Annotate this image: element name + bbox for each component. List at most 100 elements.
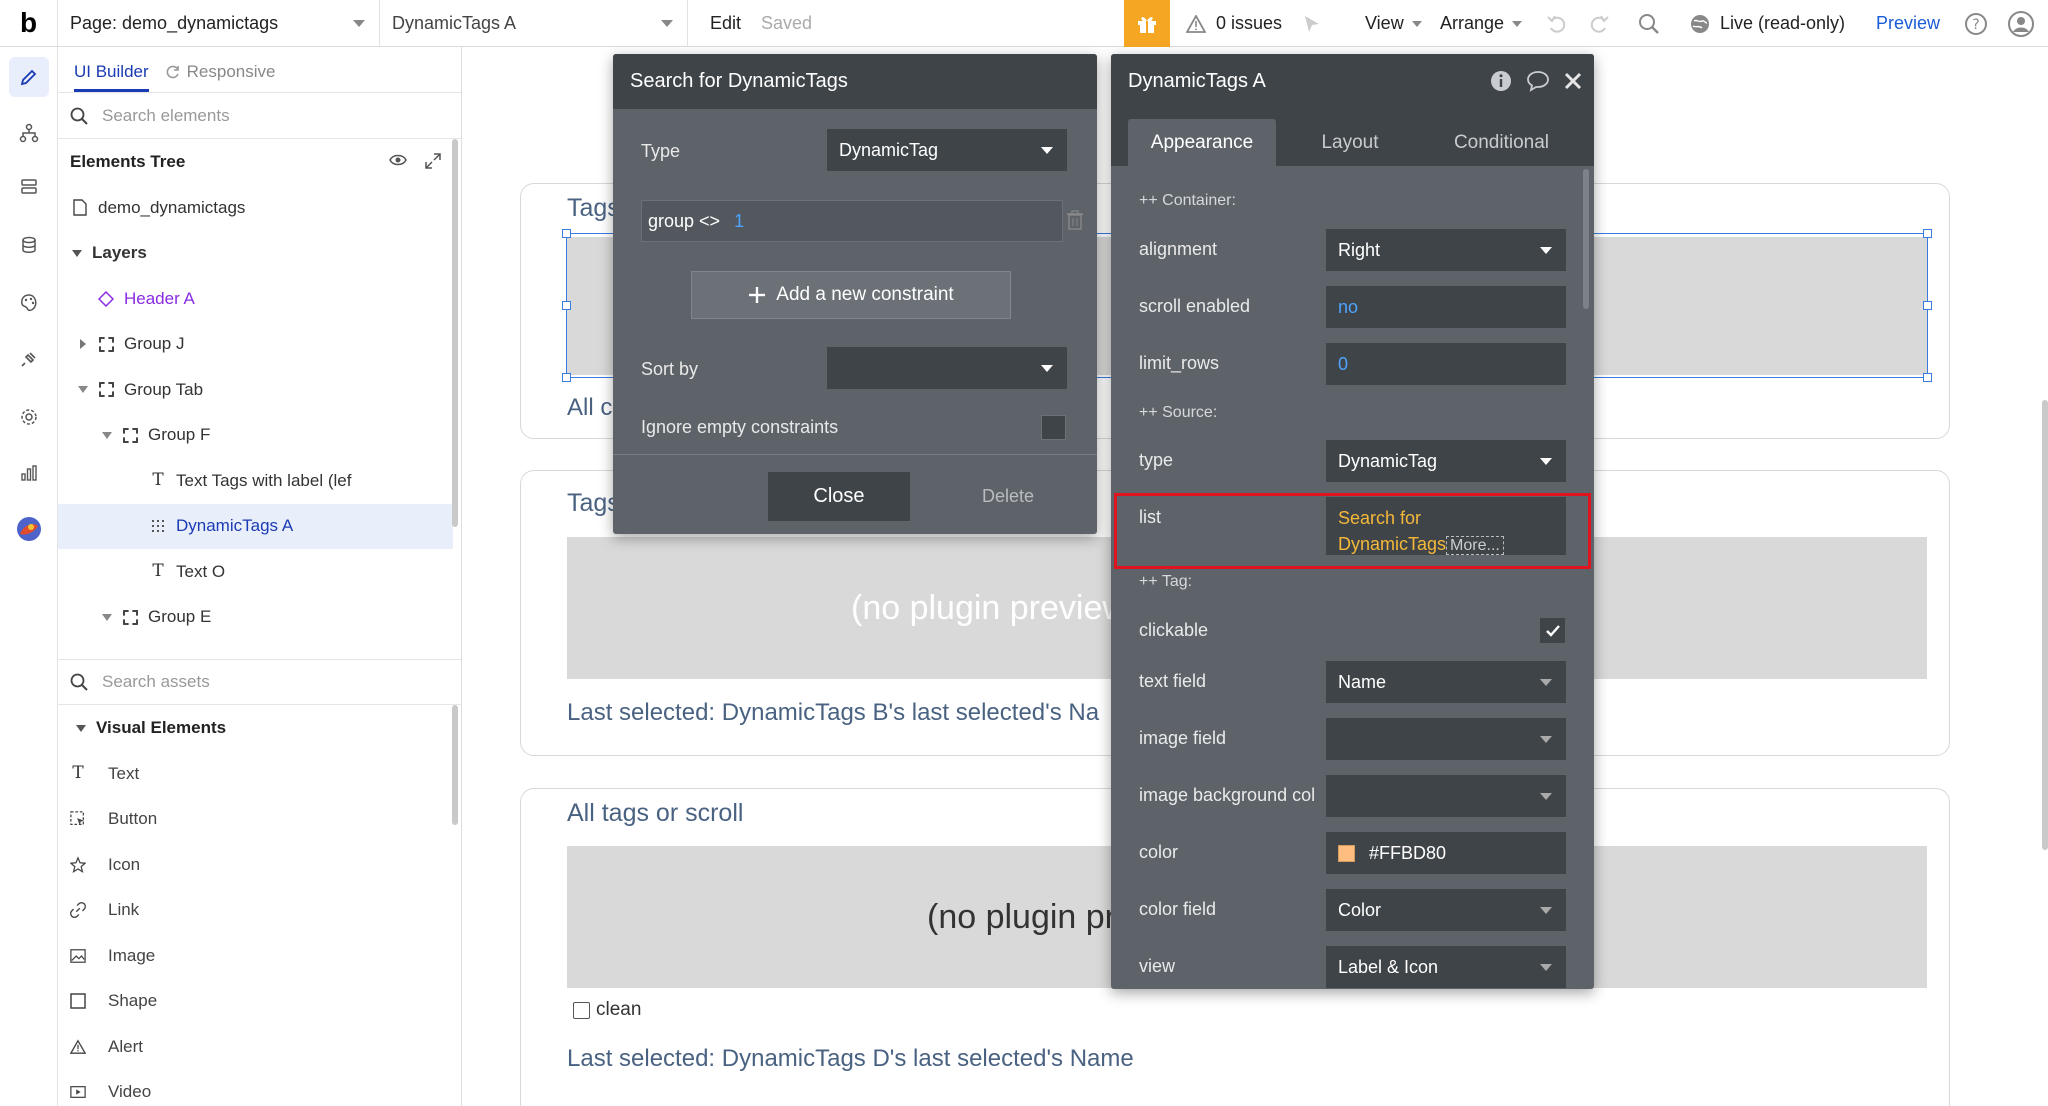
limit-rows-input[interactable]: 0 (1326, 343, 1566, 385)
color-picker[interactable]: #FFBD80 (1326, 832, 1566, 874)
tree-item-text-o[interactable]: T Text O (58, 549, 461, 595)
clean-checkbox-row[interactable]: clean (573, 999, 641, 1021)
ignore-empty-checkbox[interactable] (1041, 415, 1066, 440)
tree-item-page[interactable]: demo_dynamictags (58, 185, 461, 231)
element-selector[interactable]: DynamicTags A (380, 0, 688, 47)
resize-handle[interactable] (1923, 229, 1932, 238)
search-dialog-header[interactable]: Search for DynamicTags (613, 54, 1097, 109)
styles-palette-icon[interactable] (9, 283, 49, 323)
canvas-scrollbar[interactable] (2042, 400, 2048, 850)
clean-checkbox[interactable] (573, 1001, 590, 1019)
sort-by-dropdown[interactable] (827, 347, 1067, 389)
gift-icon[interactable] (1124, 0, 1170, 47)
tree-item-group-tab[interactable]: Group Tab (58, 367, 461, 413)
issues-indicator[interactable]: 0 issues (1186, 0, 1282, 47)
visual-element-image[interactable]: Image (70, 933, 155, 979)
tree-item-group-e[interactable]: Group E (58, 595, 461, 641)
database-icon[interactable] (9, 225, 49, 265)
search-elements-row[interactable]: Search elements (58, 93, 461, 139)
assets-scrollbar[interactable] (452, 705, 458, 825)
triangle-down-icon[interactable] (76, 724, 86, 732)
visual-element-shape[interactable]: Shape (70, 978, 157, 1024)
view-dropdown[interactable]: Label & Icon (1326, 946, 1566, 988)
info-icon[interactable] (1490, 70, 1512, 92)
edit-menu[interactable]: Edit (710, 13, 741, 34)
help-icon[interactable]: ? (1964, 0, 1988, 47)
triangle-down-icon[interactable] (102, 431, 112, 439)
delete-button[interactable]: Delete (963, 472, 1053, 521)
tree-scrollbar[interactable] (452, 139, 458, 527)
workflow-tab-icon[interactable] (9, 113, 49, 153)
trash-icon[interactable] (1067, 210, 1083, 230)
close-button[interactable]: Close (768, 472, 910, 521)
tab-layout[interactable]: Layout (1276, 119, 1424, 166)
design-tab-icon[interactable] (9, 57, 49, 97)
triangle-down-icon[interactable] (78, 386, 88, 394)
eye-icon[interactable] (389, 153, 407, 167)
visual-element-alert[interactable]: Alert (70, 1024, 143, 1070)
visual-element-text[interactable]: T Text (70, 751, 139, 797)
clickable-checkbox[interactable] (1540, 618, 1565, 643)
image-background-dropdown[interactable] (1326, 775, 1566, 817)
tab-responsive[interactable]: Responsive (165, 62, 275, 92)
constraint-row[interactable]: group <> 1 (641, 200, 1063, 242)
data-tab-icon[interactable] (9, 167, 49, 207)
search-icon[interactable] (1638, 0, 1660, 47)
chevron-down-icon (661, 19, 673, 27)
alignment-dropdown[interactable]: Right (1326, 229, 1566, 271)
visual-element-button[interactable]: Button (70, 796, 157, 842)
color-field-dropdown[interactable]: Color (1326, 889, 1566, 931)
logs-chart-icon[interactable] (9, 453, 49, 493)
tree-item-dynamictags-a[interactable]: DynamicTags A (58, 503, 453, 549)
resize-handle[interactable] (1923, 301, 1932, 310)
search-assets-input[interactable]: Search assets (102, 672, 210, 692)
redo-icon[interactable] (1588, 0, 1610, 47)
property-editor-scrollbar[interactable] (1583, 169, 1589, 309)
tree-item-header-a[interactable]: Header A (58, 276, 461, 322)
property-editor-header[interactable]: DynamicTags A (1111, 54, 1594, 109)
search-assets-row[interactable]: Search assets (58, 659, 461, 705)
text-field-dropdown[interactable]: Name (1326, 661, 1566, 703)
triangle-down-icon[interactable] (72, 249, 82, 257)
resize-handle[interactable] (1923, 373, 1932, 382)
resize-handle[interactable] (562, 301, 571, 310)
tab-appearance[interactable]: Appearance (1128, 119, 1276, 166)
comment-icon[interactable] (1526, 70, 1550, 92)
cursor-icon[interactable] (1302, 0, 1322, 47)
image-field-dropdown[interactable] (1326, 718, 1566, 760)
page-selector[interactable]: Page: demo_dynamictags (58, 0, 380, 47)
close-icon[interactable] (1564, 72, 1582, 90)
constraint-value[interactable]: 1 (734, 211, 744, 232)
resize-handle[interactable] (562, 373, 571, 382)
arrange-menu[interactable]: Arrange (1440, 0, 1523, 47)
visual-element-icon[interactable]: Icon (70, 842, 140, 888)
triangle-down-icon[interactable] (102, 613, 112, 621)
scroll-enabled-input[interactable]: no (1326, 286, 1566, 328)
plugins-icon[interactable] (9, 339, 49, 379)
source-type-dropdown[interactable]: DynamicTag (1326, 440, 1566, 482)
view-menu[interactable]: View (1365, 0, 1422, 47)
tree-item-group-j[interactable]: Group J (58, 322, 461, 368)
tree-item-group-f[interactable]: Group F (58, 413, 461, 459)
undo-icon[interactable] (1546, 0, 1568, 47)
triangle-right-icon[interactable] (80, 339, 86, 350)
tab-ui-builder[interactable]: UI Builder (74, 62, 149, 92)
bubble-logo-icon[interactable]: b (0, 0, 58, 47)
colorful-avatar-icon[interactable] (9, 509, 49, 549)
color-swatch[interactable] (1338, 844, 1355, 862)
expand-icon[interactable] (425, 153, 441, 169)
preview-button[interactable]: Preview (1876, 0, 1940, 47)
search-elements-input[interactable]: Search elements (102, 106, 230, 126)
tab-conditional[interactable]: Conditional (1424, 119, 1579, 166)
visual-element-video[interactable]: Video (70, 1069, 151, 1106)
visual-element-link[interactable]: Link (70, 887, 139, 933)
tree-item-text-tags[interactable]: T Text Tags with label (lef (58, 458, 461, 504)
account-icon[interactable] (2008, 0, 2034, 47)
add-constraint-button[interactable]: Add a new constraint (691, 271, 1011, 319)
live-toggle[interactable]: Live (read-only) (1690, 0, 1845, 47)
tree-item-layers[interactable]: Layers (58, 231, 461, 277)
resize-handle[interactable] (562, 229, 571, 238)
type-dropdown[interactable]: DynamicTag (827, 129, 1067, 171)
visual-elements-header[interactable]: Visual Elements (58, 705, 461, 751)
settings-gear-icon[interactable] (9, 397, 49, 437)
